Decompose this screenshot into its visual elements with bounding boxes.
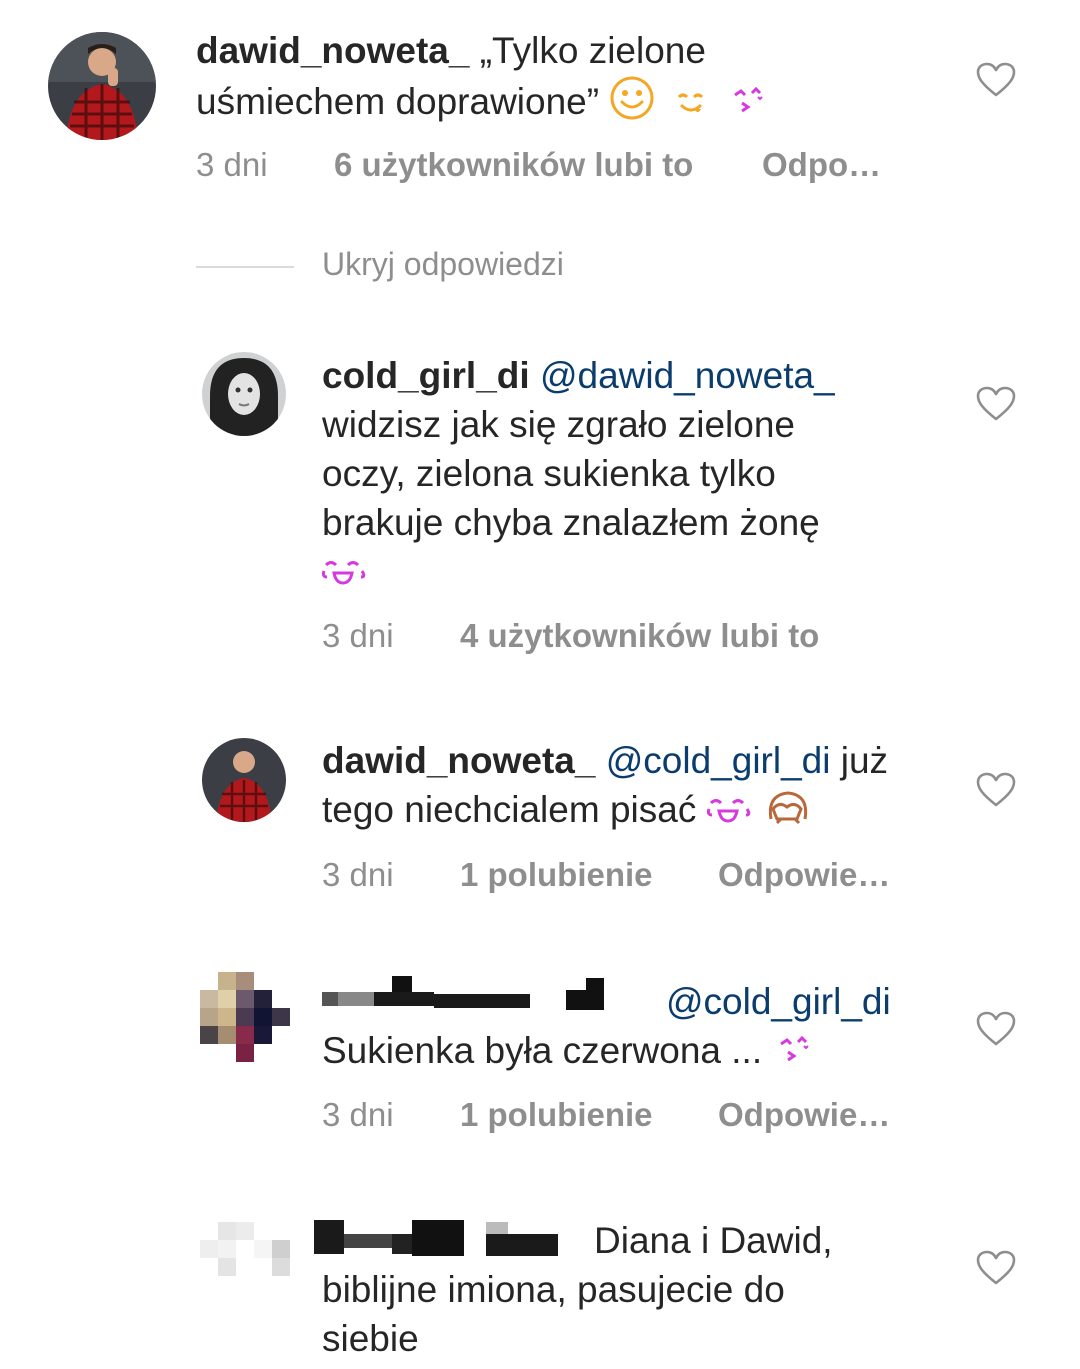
reply-button[interactable]: Odpo… [762,146,881,184]
avatar[interactable] [48,32,156,140]
mention-link[interactable]: @dawid_noweta_ [540,355,835,396]
comment-body-line2: uśmiechem doprawione” [196,80,600,122]
reply-text: dawid_noweta_ @cold_girl_di już tego nie… [322,736,962,837]
reply-text: @cold_girl_di Sukienka była czerwona ... [322,977,962,1078]
comment-time: 3 dni [196,146,268,183]
avatar[interactable] [200,1222,294,1278]
reply-likes[interactable]: 4 użytkowników lubi to [460,617,819,655]
reply-body-line: tego niechcialem pisać [322,789,697,830]
reply-likes[interactable]: 1 polubienie [460,856,653,894]
reply-likes[interactable]: 1 polubienie [460,1096,653,1134]
hide-replies-label[interactable]: Ukryj odpowiedzi [322,246,564,283]
mention-link[interactable]: @cold_girl_di [606,740,831,781]
reply-body-line: oczy, zielona sukienka tylko [322,453,776,494]
reply-body-line: widzisz jak się zgrało zielone [322,404,795,445]
smiling-face-emoji [609,75,655,133]
reply-username[interactable]: cold_girl_di [322,355,530,396]
face-savoring-food-emoji [674,80,708,129]
like-heart-icon[interactable] [976,62,1016,98]
reply-button[interactable]: Odpowie… [718,856,890,894]
comment-text: dawid_noweta_ „Tylko zielone uśmiechem d… [196,26,956,133]
reply-body-line: już [840,740,889,781]
like-heart-icon[interactable] [976,1011,1016,1047]
like-heart-icon[interactable] [976,1250,1016,1286]
reply-body-line: Diana i Dawid, [594,1220,833,1261]
face-blowing-kiss-emoji [732,80,766,129]
avatar[interactable] [200,972,292,1068]
like-heart-icon[interactable] [976,386,1016,422]
avatar[interactable] [202,738,286,822]
reply-time: 3 dni [322,617,394,654]
reply-button[interactable]: Odpowie… [718,1096,890,1134]
see-no-evil-monkey-emoji [765,788,811,837]
reply-time: 3 dni [322,856,394,893]
avatar[interactable] [202,352,286,436]
reply-body-line: Sukienka była czerwona ... [322,1030,763,1071]
reply-text: Diana i Dawid, biblijne imiona, pasujeci… [322,1216,962,1363]
like-heart-icon[interactable] [976,772,1016,808]
face-with-tears-of-joy-emoji [706,788,755,837]
mention-link[interactable]: @cold_girl_di [666,981,891,1022]
reply-time: 3 dni [322,1096,394,1133]
divider [196,266,294,268]
reply-body-line: biblijne imiona, pasujecie do [322,1269,785,1310]
face-with-tears-of-joy-emoji [321,550,370,599]
reply-body-line: siebie [322,1318,419,1359]
reply-body-line: brakuje chyba znalazłem żonę [322,502,820,543]
face-blowing-kiss-emoji [778,1029,812,1078]
reply-text: cold_girl_di @dawid_noweta_ widzisz jak … [321,351,962,599]
comment-username[interactable]: dawid_noweta_ [196,30,469,71]
comment-likes[interactable]: 6 użytkowników lubi to [334,146,693,184]
reply-username[interactable]: dawid_noweta_ [322,740,595,781]
comment-body-line1: „Tylko zielone [479,30,706,71]
